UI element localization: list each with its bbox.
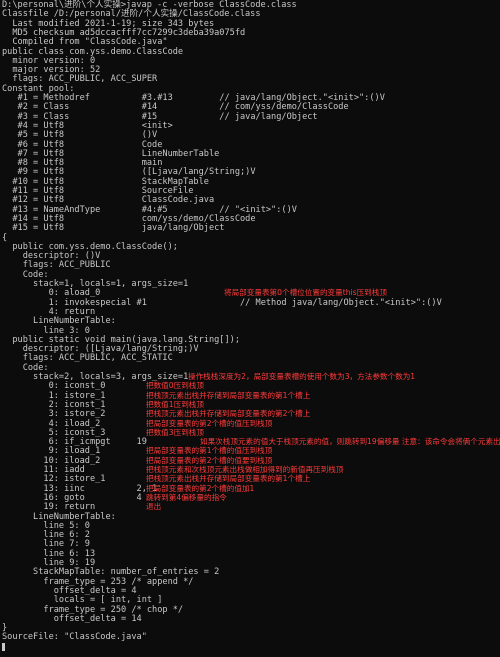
terminal-line: #15 = Utf8 java/lang/Object bbox=[2, 223, 225, 234]
terminal-line: SourceFile: "ClassCode.java" bbox=[2, 632, 147, 643]
annotation-note: 把数值3压到栈顶 bbox=[146, 427, 204, 437]
terminal-window[interactable]: D:\personal\进阶\个人实操>javap -c -verbose Cl… bbox=[0, 0, 500, 657]
terminal-line: offset_delta = 14 bbox=[2, 613, 142, 624]
annotation-note: 退出 bbox=[146, 502, 162, 512]
text-cursor bbox=[2, 642, 5, 651]
annotation-note: 将局部变量表第0个槽位位置的变量this压到栈顶 bbox=[224, 288, 387, 298]
annotation-note: 操作栈栈深度为2，局部变量表槽的使用个数为3，方法参数个数为1 bbox=[188, 372, 416, 381]
